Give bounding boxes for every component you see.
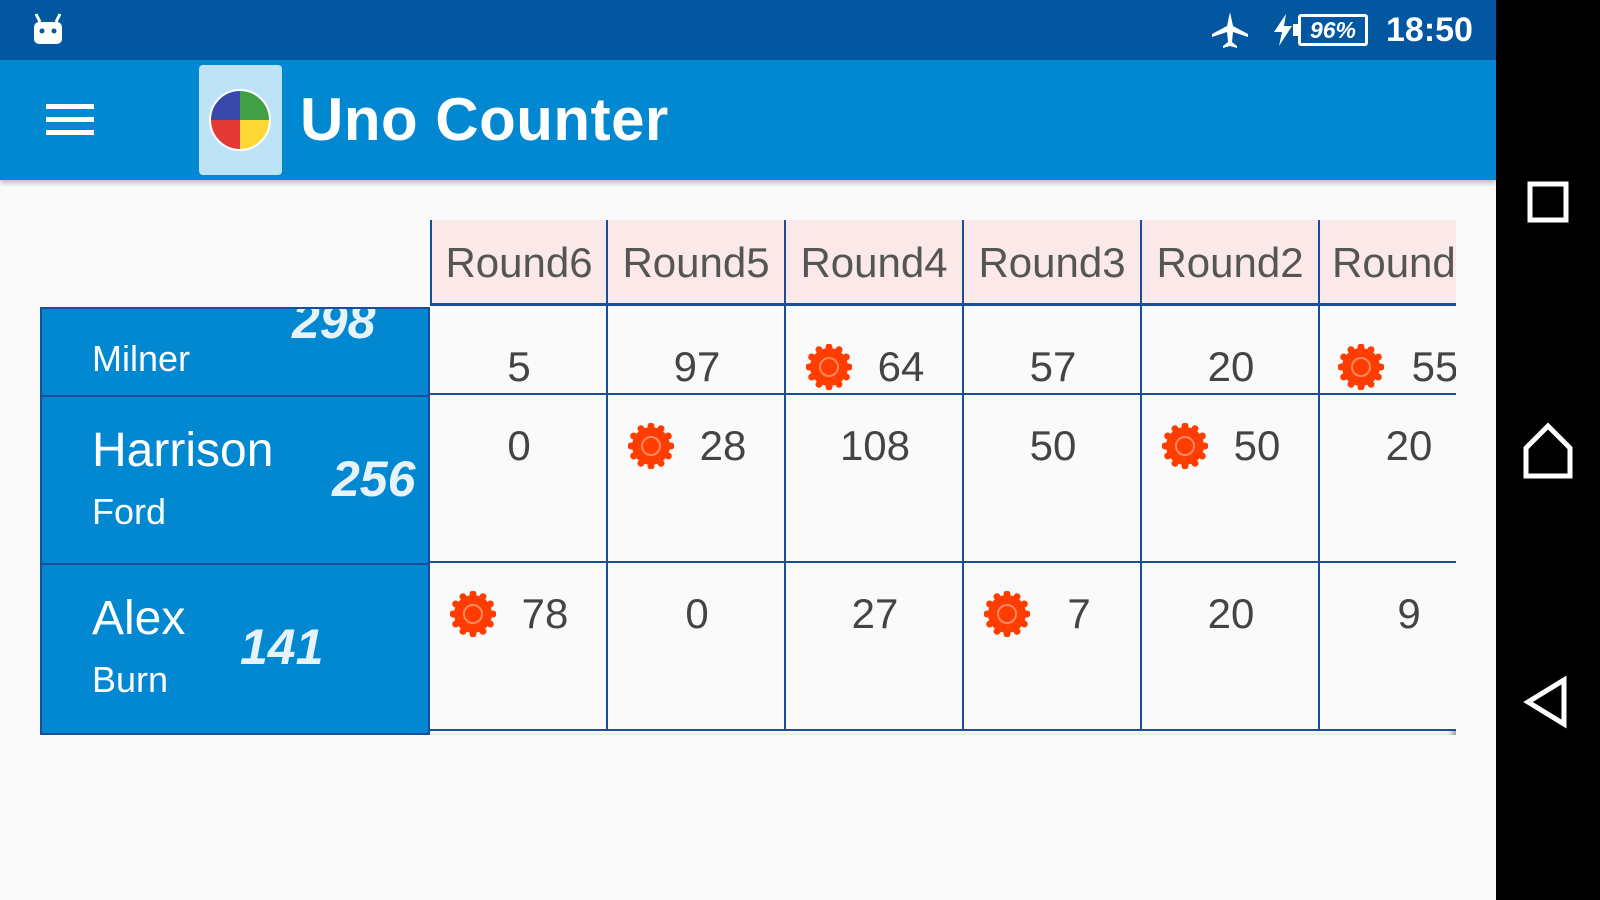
player-total-score: 256 [332,451,416,507]
score-value: 5 [507,343,531,390]
score-cell[interactable]: 0 [430,395,608,563]
score-cell[interactable]: 20 [1142,563,1320,731]
score-cell[interactable]: 108 [786,395,964,563]
round-winner-icon [984,591,1030,637]
score-cell[interactable]: 7 [964,563,1142,731]
round-winner-icon [1338,344,1384,390]
player-row[interactable]: Milner 298 [42,307,428,397]
round-header[interactable]: Round2 [1142,220,1320,306]
score-cell[interactable]: 9 [1320,563,1456,731]
round-winner-icon [1162,423,1208,469]
round-header[interactable]: Round6 [430,220,608,306]
score-cell[interactable]: 0 [608,563,786,731]
player-last-name: Milner [92,338,191,379]
player-row[interactable]: Alex Burn 141 [42,565,428,733]
round-winner-icon [450,591,496,637]
score-cell[interactable]: 50 [964,395,1142,563]
menu-button[interactable] [40,94,100,146]
player-row[interactable]: Harrison Ford 256 [42,397,428,565]
player-total-score: 141 [240,619,324,675]
score-cell[interactable]: 78 [430,563,608,731]
navigation-bar [1496,0,1600,900]
score-value: 108 [839,422,911,469]
score-grid: 5 97 64 57 20 55 0 28 108 50 50 20 78 0 27 7 20 9 Round6 Ro… [430,220,1456,735]
score-value: 20 [1207,590,1255,637]
score-cell[interactable]: 28 [608,395,786,563]
status-bar: 96% 18:50 [0,0,1496,60]
app-logo [199,65,282,175]
round-header-row: Round6 Round5 Round4 Round3 Round2 Round [430,220,1456,306]
score-value: 50 [1029,422,1077,469]
round-winner-icon [806,344,852,390]
player-total-score: 298 [292,307,376,349]
back-triangle-icon[interactable] [1518,672,1578,732]
player-last-name: Ford [92,491,167,532]
android-notification-icon [34,13,62,44]
airplane-mode-icon [1212,12,1248,48]
score-value: 9 [1397,590,1421,637]
home-icon[interactable] [1518,420,1578,480]
round-header[interactable]: Round [1320,220,1456,306]
player-first-name: Harrison [92,424,274,477]
score-cell[interactable]: 27 [786,563,964,731]
round-header[interactable]: Round3 [964,220,1142,306]
charging-icon [1274,14,1292,46]
recents-square-icon[interactable] [1518,172,1578,232]
app-title: Uno Counter [300,86,669,153]
score-value: 57 [1029,343,1077,390]
round-header[interactable]: Round4 [786,220,964,306]
hamburger-menu-icon [46,104,94,109]
app-bar: Uno Counter [0,60,1496,180]
score-value: 20 [1385,422,1433,469]
score-value: 97 [673,343,721,390]
player-first-name: Alex [92,592,186,645]
score-value: 27 [851,590,899,637]
score-value: 0 [507,422,531,469]
player-list: Milner 298 Harrison Ford 256 Alex Burn 1… [40,307,430,735]
player-last-name: Burn [92,659,169,700]
score-cell[interactable]: 20 [1320,395,1456,563]
score-value: 20 [1207,343,1255,390]
score-value: 0 [685,590,709,637]
round-header[interactable]: Round5 [608,220,786,306]
clock: 18:50 [1386,11,1473,49]
uno-counter-logo-icon [209,89,271,151]
score-cell[interactable]: 50 [1142,395,1320,563]
round-winner-icon [628,423,674,469]
battery-indicator: 96% [1293,14,1368,46]
